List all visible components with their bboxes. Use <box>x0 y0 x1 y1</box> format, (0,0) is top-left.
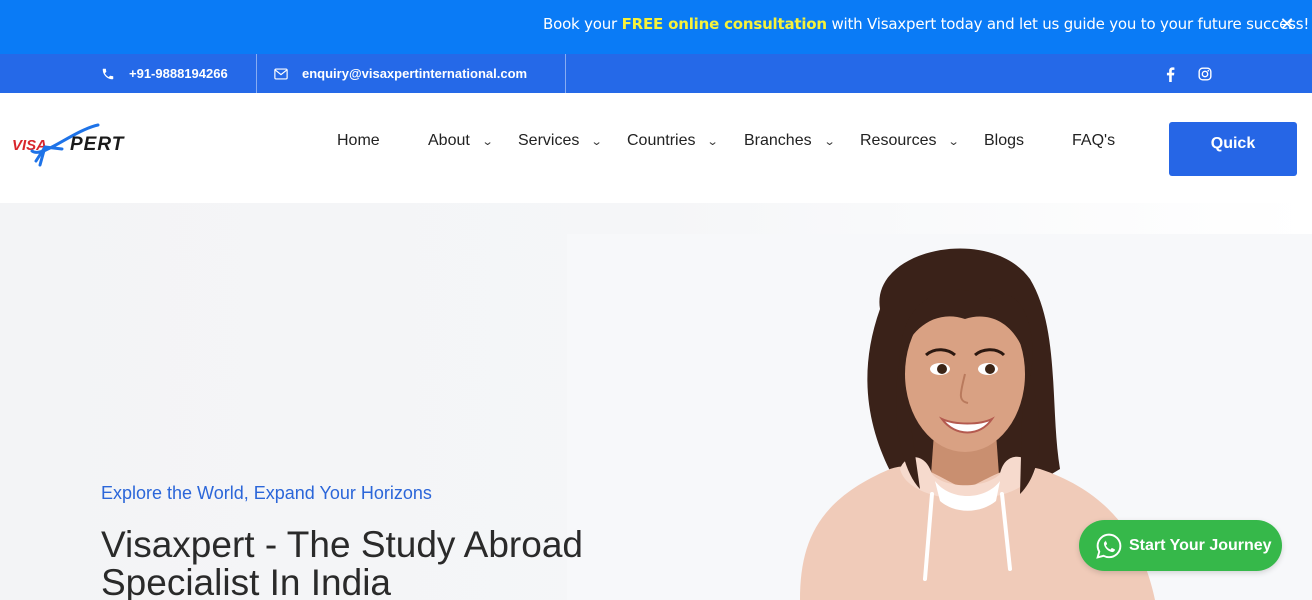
nav-item-home[interactable]: Home <box>337 132 380 150</box>
logo[interactable]: VISA PERT <box>12 121 148 169</box>
nav-item-faqs[interactable]: FAQ's <box>1072 132 1115 150</box>
nav-label: About <box>428 132 470 149</box>
hero-tagline: Explore the World, Expand Your Horizons <box>101 483 432 503</box>
whatsapp-icon <box>1096 533 1122 559</box>
site-header: VISA PERT Home About ⌄ Services ⌄ Countr… <box>0 93 1312 203</box>
chevron-down-icon: ⌄ <box>707 135 720 148</box>
nav-label: FAQ's <box>1072 132 1116 149</box>
chevron-down-icon: ⌄ <box>481 135 494 148</box>
nav-item-blogs[interactable]: Blogs <box>984 132 1024 150</box>
facebook-icon[interactable] <box>1162 66 1178 82</box>
phone-number: +91-9888194266 <box>129 66 228 81</box>
logo-text-right: PERT <box>70 134 125 155</box>
email-address: enquiry@visaxpertinternational.com <box>302 66 528 81</box>
instagram-icon[interactable] <box>1197 66 1213 82</box>
announcement-bar: Book your FREE online consultation with … <box>0 0 1312 54</box>
hero-title: Visaxpert - The Study Abroad Specialist … <box>101 524 583 600</box>
phone-icon <box>102 68 114 79</box>
nav-label: Countries <box>627 132 696 149</box>
chevron-down-icon: ⌄ <box>823 135 836 148</box>
contact-bar: +91-9888194266 enquiry@visaxpertinternat… <box>0 54 1312 93</box>
whatsapp-button[interactable]: Start Your Journey <box>1079 520 1282 571</box>
chevron-down-icon: ⌄ <box>948 135 961 148</box>
quick-button[interactable]: Quick <box>1169 122 1297 176</box>
announcement-prefix: Book your <box>543 15 622 33</box>
nav-label: Resources <box>860 132 937 149</box>
nav-label: Blogs <box>984 132 1025 149</box>
nav-label: Branches <box>744 132 812 149</box>
envelope-icon <box>274 67 288 80</box>
nav-item-countries[interactable]: Countries ⌄ <box>627 132 720 150</box>
announcement-suffix: with Visaxpert today and let us guide yo… <box>826 15 1312 33</box>
email-link[interactable]: enquiry@visaxpertinternational.com <box>274 54 527 93</box>
nav-item-about[interactable]: About ⌄ <box>428 132 494 150</box>
announcement-highlight: FREE online consultation <box>621 15 827 33</box>
nav-label: Home <box>337 132 380 149</box>
nav-item-services[interactable]: Services ⌄ <box>518 132 603 150</box>
nav-label: Services <box>518 132 580 149</box>
close-icon[interactable]: ✕ <box>1276 13 1298 35</box>
nav-item-branches[interactable]: Branches ⌄ <box>744 132 836 150</box>
divider <box>256 54 257 93</box>
whatsapp-label: Start Your Journey <box>1129 536 1272 554</box>
nav-item-resources[interactable]: Resources ⌄ <box>860 132 961 150</box>
chevron-down-icon: ⌄ <box>590 135 603 148</box>
divider <box>565 54 566 93</box>
announcement-text: Book your FREE online consultation with … <box>543 15 1312 33</box>
phone-link[interactable]: +91-9888194266 <box>101 54 228 93</box>
